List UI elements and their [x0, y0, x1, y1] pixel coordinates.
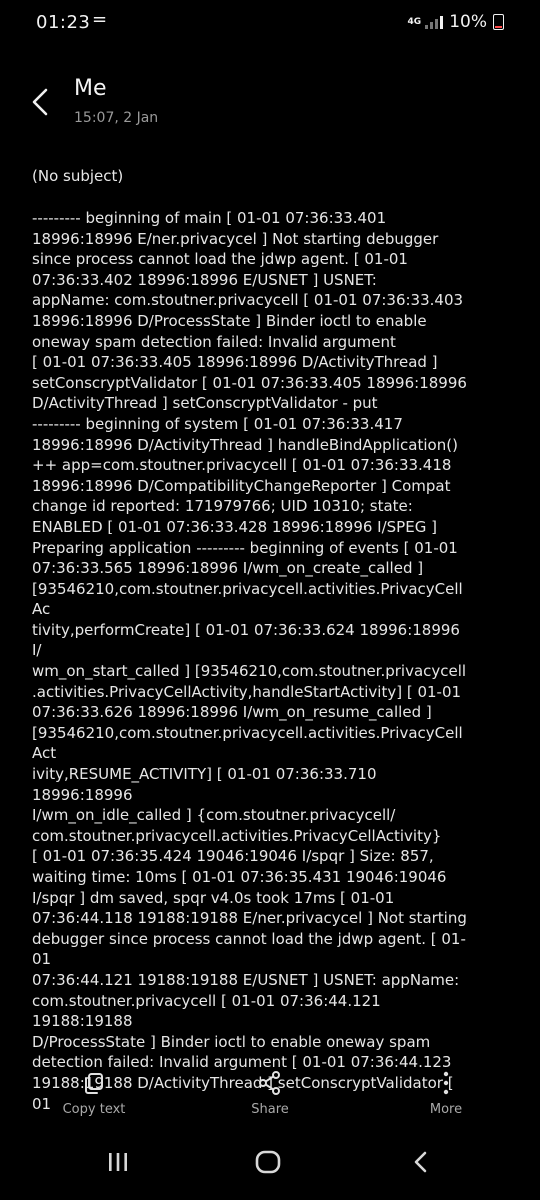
- action-bar: Copy text Share More: [0, 1070, 540, 1130]
- share-label: Share: [251, 1102, 289, 1117]
- share-button[interactable]: Share: [220, 1070, 320, 1117]
- copy-text-label: Copy text: [62, 1102, 126, 1117]
- back-icon: [414, 1151, 427, 1173]
- message-header: Me 15:07, 2 Jan: [0, 60, 540, 140]
- copy-icon: [85, 1073, 103, 1094]
- system-nav-bar: [0, 1142, 540, 1182]
- chevron-left-icon: [32, 88, 48, 116]
- signal-icon: [425, 15, 444, 29]
- more-label: More: [429, 1102, 463, 1117]
- notification-indicator-icon: =: [92, 9, 108, 30]
- battery-percent: 10%: [449, 12, 487, 32]
- more-vertical-icon: [443, 1071, 449, 1095]
- back-button[interactable]: [22, 82, 62, 122]
- status-time: 01:23: [36, 12, 91, 33]
- nav-back-button[interactable]: [400, 1148, 440, 1178]
- recents-icon: [109, 1153, 127, 1171]
- battery-icon: [493, 14, 504, 30]
- network-type: 4G: [407, 16, 422, 27]
- home-icon: [255, 1150, 281, 1174]
- status-right: 4G 10%: [408, 12, 504, 32]
- status-bar: 01:23 = 4G 10%: [0, 0, 540, 46]
- sent-time: 15:07, 2 Jan: [74, 110, 159, 126]
- home-button[interactable]: [248, 1148, 288, 1178]
- recents-button[interactable]: [98, 1148, 138, 1178]
- copy-text-button[interactable]: Copy text: [44, 1070, 144, 1117]
- sender-name: Me: [74, 76, 107, 101]
- message-subject: (No subject): [32, 167, 124, 185]
- more-button[interactable]: More: [396, 1070, 496, 1117]
- share-icon: [259, 1071, 280, 1095]
- message-body: --------- beginning of main [ 01-01 07:3…: [32, 209, 467, 1113]
